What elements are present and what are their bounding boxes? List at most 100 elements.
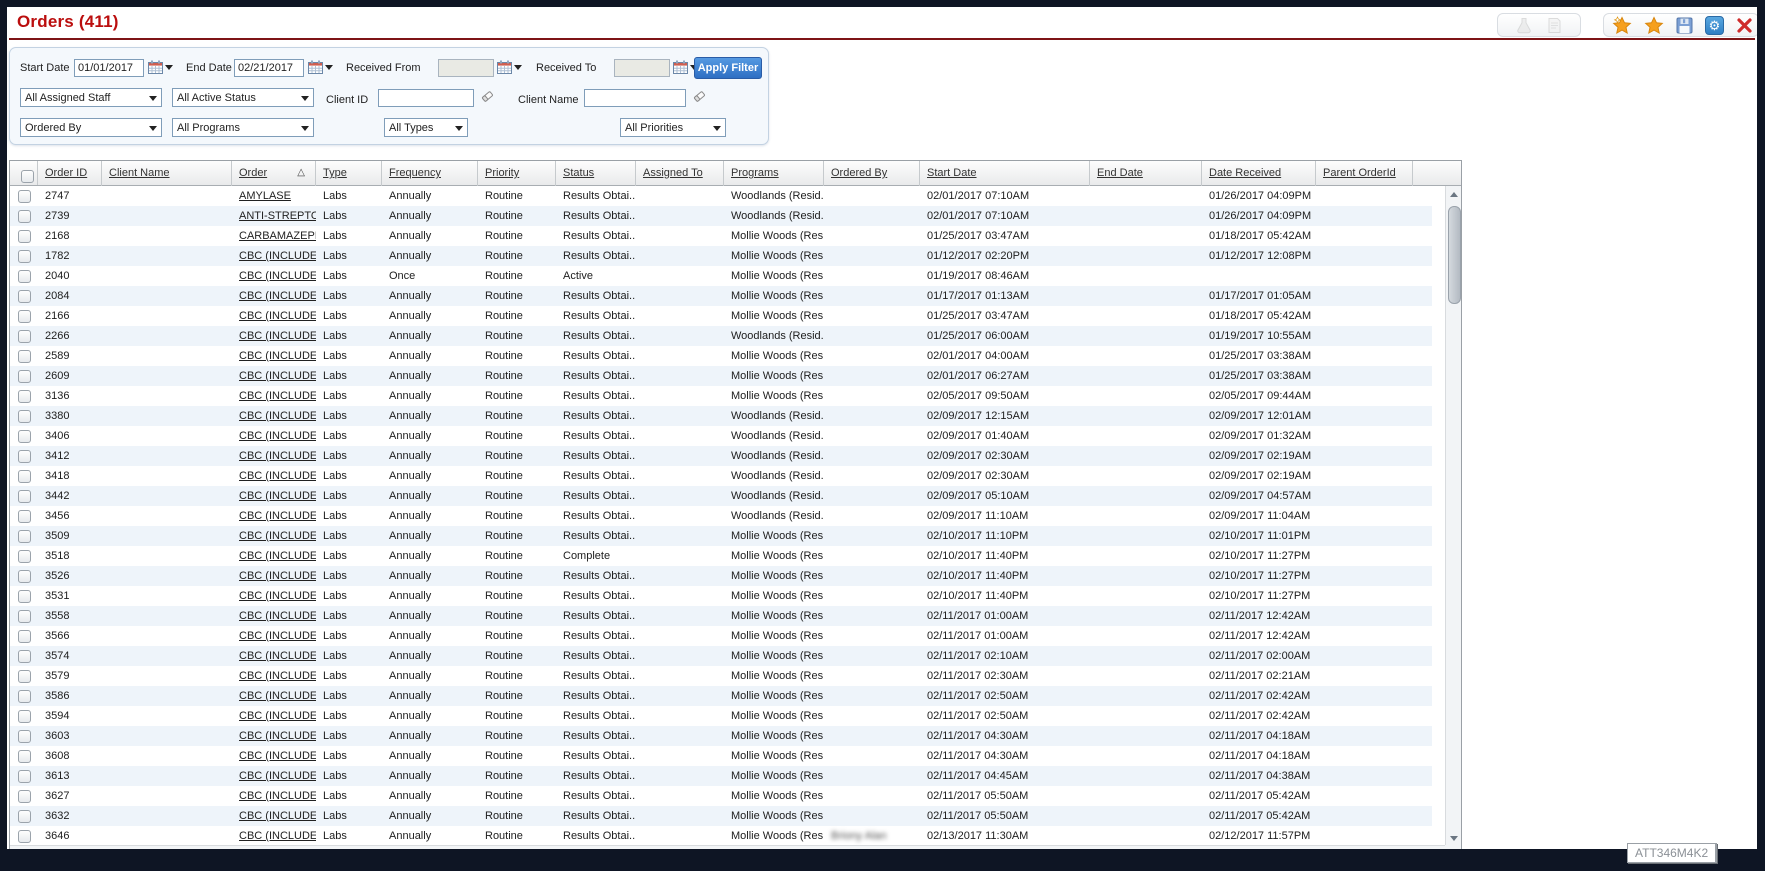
order-link[interactable]: CBC (INCLUDES...	[232, 666, 316, 686]
scroll-down-button[interactable]	[1446, 830, 1462, 846]
row-checkbox[interactable]	[18, 610, 31, 623]
row-checkbox[interactable]	[18, 330, 31, 343]
row-checkbox[interactable]	[18, 690, 31, 703]
row-checkbox[interactable]	[18, 530, 31, 543]
order-link[interactable]: CBC (INCLUDES...	[232, 806, 316, 826]
order-link[interactable]: CBC (INCLUDES...	[232, 626, 316, 646]
order-link[interactable]: CBC (INCLUDES...	[232, 446, 316, 466]
column-header-order[interactable]: Order△	[232, 161, 316, 186]
end-date-calendar-button[interactable]	[308, 60, 333, 74]
programs-select[interactable]: All Programs	[172, 118, 314, 137]
lab-flask-button[interactable]	[1514, 15, 1534, 35]
row-checkbox[interactable]	[18, 490, 31, 503]
order-link[interactable]: CBC (INCLUDES...	[232, 706, 316, 726]
column-header-date-received[interactable]: Date Received	[1202, 161, 1316, 186]
table-row[interactable]: 3566CBC (INCLUDES...LabsAnnuallyRoutineR…	[10, 626, 1432, 646]
table-row[interactable]: 2168CARBAMAZEPIN...LabsAnnuallyRoutineRe…	[10, 226, 1432, 246]
received-from-calendar-button[interactable]	[497, 60, 522, 74]
table-row[interactable]: 2084CBC (INCLUDES...LabsAnnuallyRoutineR…	[10, 286, 1432, 306]
column-header-order-id[interactable]: Order ID	[38, 161, 102, 186]
table-row[interactable]: 3646CBC (INCLUDES...LabsAnnuallyRoutineR…	[10, 826, 1432, 846]
order-link[interactable]: CBC (INCLUDES...	[232, 826, 316, 846]
row-checkbox[interactable]	[18, 670, 31, 683]
row-checkbox[interactable]	[18, 390, 31, 403]
order-link[interactable]: CBC (INCLUDES...	[232, 686, 316, 706]
column-header-priority[interactable]: Priority	[478, 161, 556, 186]
eraser-icon[interactable]	[480, 89, 495, 104]
order-link[interactable]: CBC (INCLUDES...	[232, 786, 316, 806]
column-header-programs[interactable]: Programs	[724, 161, 824, 186]
table-row[interactable]: 3380CBC (INCLUDES...LabsAnnuallyRoutineR…	[10, 406, 1432, 426]
table-row[interactable]: 2589CBC (INCLUDES...LabsAnnuallyRoutineR…	[10, 346, 1432, 366]
table-row[interactable]: 3594CBC (INCLUDES...LabsAnnuallyRoutineR…	[10, 706, 1432, 726]
order-link[interactable]: CBC (INCLUDES...	[232, 746, 316, 766]
order-link[interactable]: CBC (INCLUDES...	[232, 606, 316, 626]
order-link[interactable]: CBC (INCLUDES...	[232, 546, 316, 566]
order-link[interactable]: CBC (INCLUDES...	[232, 366, 316, 386]
row-checkbox[interactable]	[18, 250, 31, 263]
settings-button[interactable]: ⚙	[1705, 15, 1724, 35]
client-id-input[interactable]	[378, 89, 474, 107]
table-row[interactable]: 3613CBC (INCLUDES...LabsAnnuallyRoutineR…	[10, 766, 1432, 786]
table-row[interactable]: 3574CBC (INCLUDES...LabsAnnuallyRoutineR…	[10, 646, 1432, 666]
order-link[interactable]: CBC (INCLUDES...	[232, 386, 316, 406]
end-date-input[interactable]	[234, 59, 304, 77]
order-link[interactable]: CBC (INCLUDES...	[232, 406, 316, 426]
table-row[interactable]: 2739ANTI-STREPTOL...LabsAnnuallyRoutineR…	[10, 206, 1432, 226]
table-row[interactable]: 3526CBC (INCLUDES...LabsAnnuallyRoutineR…	[10, 566, 1432, 586]
row-checkbox[interactable]	[18, 410, 31, 423]
order-link[interactable]: ANTI-STREPTOL...	[232, 206, 316, 226]
favorite-button[interactable]	[1644, 15, 1664, 35]
order-link[interactable]: CBC (INCLUDES...	[232, 726, 316, 746]
assigned-staff-select[interactable]: All Assigned Staff	[20, 88, 162, 107]
table-row[interactable]: 3531CBC (INCLUDES...LabsAnnuallyRoutineR…	[10, 586, 1432, 606]
start-date-calendar-button[interactable]	[148, 60, 173, 74]
order-link[interactable]: CBC (INCLUDES...	[232, 286, 316, 306]
eraser-icon[interactable]	[692, 89, 707, 104]
row-checkbox[interactable]	[18, 350, 31, 363]
order-link[interactable]: CBC (INCLUDES...	[232, 566, 316, 586]
start-date-input[interactable]	[74, 59, 144, 77]
table-row[interactable]: 3456CBC (INCLUDES...LabsAnnuallyRoutineR…	[10, 506, 1432, 526]
row-checkbox[interactable]	[18, 810, 31, 823]
table-row[interactable]: 2166CBC (INCLUDES...LabsAnnuallyRoutineR…	[10, 306, 1432, 326]
table-row[interactable]: 2609CBC (INCLUDES...LabsAnnuallyRoutineR…	[10, 366, 1432, 386]
table-row[interactable]: 3558CBC (INCLUDES...LabsAnnuallyRoutineR…	[10, 606, 1432, 626]
scroll-up-button[interactable]	[1446, 186, 1462, 202]
row-checkbox[interactable]	[18, 270, 31, 283]
row-checkbox[interactable]	[18, 710, 31, 723]
close-button[interactable]	[1736, 15, 1753, 35]
table-row[interactable]: 2040CBC (INCLUDES...LabsOnceRoutineActiv…	[10, 266, 1432, 286]
priorities-select[interactable]: All Priorities	[620, 118, 726, 137]
order-note-button[interactable]	[1544, 15, 1564, 35]
order-link[interactable]: CBC (INCLUDES...	[232, 306, 316, 326]
vertical-scroll-thumb[interactable]	[1448, 206, 1461, 304]
table-row[interactable]: 3509CBC (INCLUDES...LabsAnnuallyRoutineR…	[10, 526, 1432, 546]
table-row[interactable]: 3627CBC (INCLUDES...LabsAnnuallyRoutineR…	[10, 786, 1432, 806]
row-checkbox[interactable]	[18, 230, 31, 243]
row-checkbox[interactable]	[18, 830, 31, 843]
types-select[interactable]: All Types	[384, 118, 468, 137]
column-header-assigned-to[interactable]: Assigned To	[636, 161, 724, 186]
table-row[interactable]: 3136CBC (INCLUDES...LabsAnnuallyRoutineR…	[10, 386, 1432, 406]
order-link[interactable]: CBC (INCLUDES...	[232, 646, 316, 666]
client-name-input[interactable]	[584, 89, 686, 107]
row-checkbox[interactable]	[18, 190, 31, 203]
row-checkbox[interactable]	[18, 590, 31, 603]
save-button[interactable]	[1676, 15, 1693, 35]
row-checkbox[interactable]	[18, 750, 31, 763]
row-checkbox[interactable]	[18, 310, 31, 323]
order-link[interactable]: CBC (INCLUDES...	[232, 326, 316, 346]
table-row[interactable]: 1782CBC (INCLUDES...LabsAnnuallyRoutineR…	[10, 246, 1432, 266]
order-link[interactable]: CBC (INCLUDES...	[232, 506, 316, 526]
table-row[interactable]: 3442CBC (INCLUDES...LabsAnnuallyRoutineR…	[10, 486, 1432, 506]
row-checkbox[interactable]	[18, 770, 31, 783]
table-row[interactable]: 3579CBC (INCLUDES...LabsAnnuallyRoutineR…	[10, 666, 1432, 686]
row-checkbox[interactable]	[18, 450, 31, 463]
table-row[interactable]: 3603CBC (INCLUDES...LabsAnnuallyRoutineR…	[10, 726, 1432, 746]
received-to-input[interactable]	[614, 59, 670, 77]
order-link[interactable]: AMYLASE	[232, 186, 316, 206]
column-header-type[interactable]: Type	[316, 161, 382, 186]
row-checkbox[interactable]	[18, 650, 31, 663]
row-checkbox[interactable]	[18, 370, 31, 383]
